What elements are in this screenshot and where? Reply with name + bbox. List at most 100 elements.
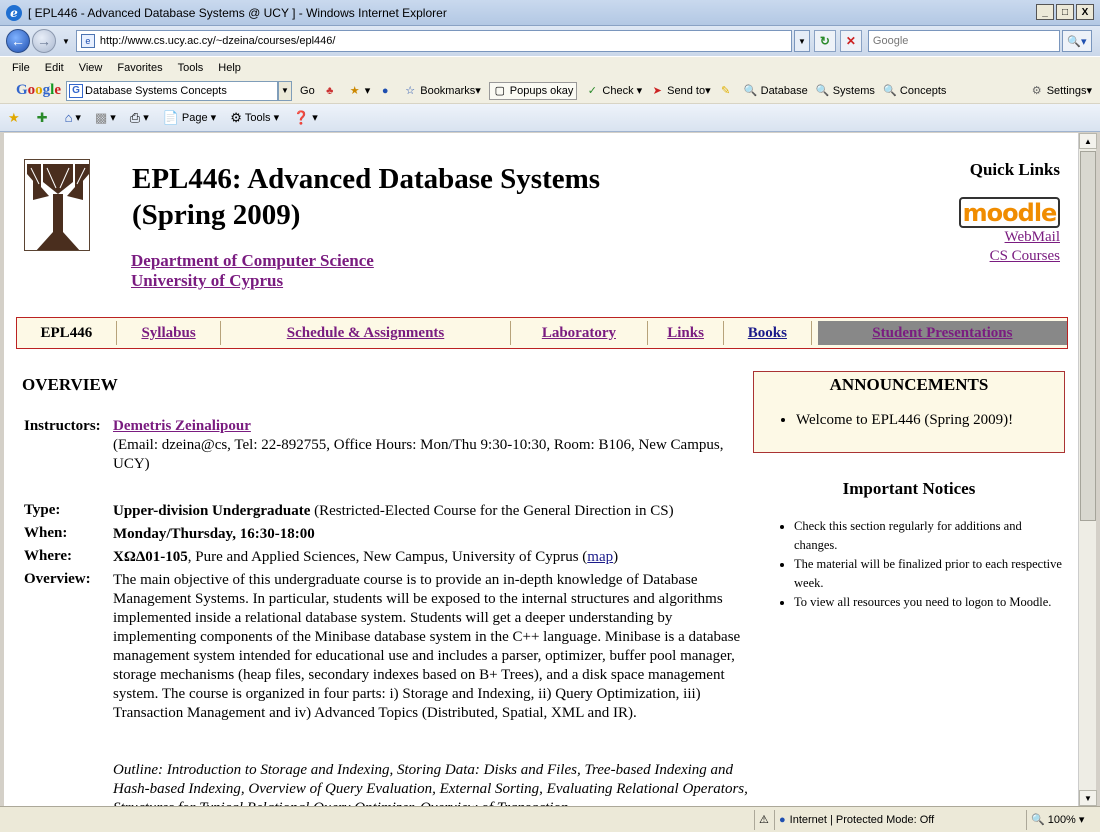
notices-heading: Important Notices bbox=[842, 479, 976, 498]
maximize-button[interactable]: □ bbox=[1056, 4, 1074, 20]
moodle-link[interactable]: moodle bbox=[959, 197, 1060, 228]
google-logo[interactable]: Google bbox=[16, 82, 61, 99]
minimize-button[interactable]: _ bbox=[1036, 4, 1054, 20]
instructor-link[interactable]: Demetris Zeinalipour bbox=[113, 418, 251, 434]
menu-file[interactable]: File bbox=[12, 62, 30, 74]
scroll-thumb[interactable] bbox=[1080, 151, 1096, 521]
search-term-concepts[interactable]: 🔍 Concepts bbox=[883, 84, 946, 98]
google-search-dropdown-icon[interactable]: ▼ bbox=[278, 80, 293, 101]
nav-syllabus-link[interactable]: Syllabus bbox=[141, 325, 195, 342]
instructors-value: Demetris Zeinalipour (Email: dzeina@cs, … bbox=[113, 417, 749, 474]
search-input[interactable]: Google bbox=[867, 30, 1060, 52]
page-title: EPL446: Advanced Database Systems (Sprin… bbox=[132, 163, 601, 231]
webmail-link[interactable]: WebMail bbox=[1005, 229, 1060, 246]
popup-icon: ▢ bbox=[494, 85, 505, 97]
notice-item: To view all resources you need to logon … bbox=[794, 593, 1062, 612]
send-to-button[interactable]: ➤ Send to ▾ bbox=[650, 84, 711, 98]
course-nav-bar: EPL446 Syllabus Schedule & Assignments L… bbox=[16, 317, 1068, 349]
university-link[interactable]: University of Cyprus bbox=[131, 271, 283, 291]
menu-bar: File Edit View Favorites Tools Help bbox=[0, 56, 1100, 78]
instructors-label: Instructors: bbox=[24, 418, 101, 434]
popups-button[interactable]: ▢ Popups okay bbox=[488, 81, 578, 100]
gear-icon: ⚙ bbox=[1031, 85, 1042, 97]
magnifier-icon: 🔍 bbox=[815, 85, 830, 97]
nav-links-link[interactable]: Links bbox=[667, 325, 704, 342]
add-favorites-icon[interactable]: ✚ bbox=[37, 110, 51, 126]
menu-edit[interactable]: Edit bbox=[45, 62, 64, 74]
menu-view[interactable]: View bbox=[79, 62, 103, 74]
nav-schedule-link[interactable]: Schedule & Assignments bbox=[287, 325, 445, 342]
moodle-label: moodle bbox=[962, 198, 1058, 227]
help-button[interactable]: ❓ ▾ bbox=[293, 110, 318, 126]
globe-icon[interactable]: ● bbox=[378, 84, 395, 98]
page-menu[interactable]: 📄 Page ▾ bbox=[163, 110, 216, 126]
url-dropdown-icon[interactable]: ▼ bbox=[793, 30, 810, 52]
google-search-value: Database Systems Concepts bbox=[85, 84, 227, 97]
scroll-down-icon[interactable]: ▼ bbox=[1079, 790, 1097, 806]
tools-menu[interactable]: ⚙ Tools ▾ bbox=[230, 110, 279, 126]
nav-laboratory-link[interactable]: Laboratory bbox=[542, 325, 616, 342]
forward-button[interactable]: → bbox=[32, 29, 56, 53]
vertical-scrollbar[interactable]: ▲ ▼ bbox=[1078, 133, 1097, 806]
help-icon: ❓ bbox=[293, 109, 310, 125]
where-label: Where: bbox=[24, 548, 73, 564]
pagerank-icon[interactable]: ♣ bbox=[323, 84, 340, 98]
window-title: [ EPL446 - Advanced Database Systems @ U… bbox=[28, 5, 447, 20]
news-icon[interactable]: ★ ▾ bbox=[348, 84, 370, 98]
history-dropdown-icon[interactable]: ▼ bbox=[62, 37, 70, 46]
google-toolbar: Google G Database Systems Concepts ▼ Go … bbox=[0, 78, 1100, 104]
notice-item: The material will be finalized prior to … bbox=[794, 555, 1062, 593]
map-link[interactable]: map bbox=[587, 549, 613, 565]
page-icon: e bbox=[80, 34, 95, 48]
cs-courses-link[interactable]: CS Courses bbox=[990, 248, 1060, 265]
google-search-input[interactable]: G Database Systems Concepts bbox=[66, 80, 279, 101]
close-button[interactable]: X bbox=[1076, 4, 1094, 20]
stop-button[interactable]: ✕ bbox=[839, 30, 862, 52]
search-button[interactable]: 🔍▾ bbox=[1061, 30, 1092, 52]
when-label: When: bbox=[24, 525, 68, 541]
favorites-star-icon[interactable]: ★ bbox=[8, 110, 23, 126]
home-icon: ⌂ bbox=[64, 110, 73, 125]
settings-button[interactable]: ⚙ Settings ▾ bbox=[1030, 84, 1092, 98]
announcement-item: Welcome to EPL446 (Spring 2009)! bbox=[796, 412, 1064, 429]
outline-text: Outline: Introduction to Storage and Ind… bbox=[113, 762, 748, 806]
bookmarks-button[interactable]: ☆ Bookmarks ▾ bbox=[403, 84, 481, 98]
menu-tools[interactable]: Tools bbox=[178, 62, 204, 74]
url-field[interactable]: e http://www.cs.ucy.ac.cy/~dzeina/course… bbox=[75, 30, 792, 52]
home-button[interactable]: ⌂ ▾ bbox=[65, 110, 81, 125]
feeds-button[interactable]: ▩ ▾ bbox=[95, 110, 116, 126]
university-logo bbox=[24, 159, 90, 251]
nav-current-course: EPL446 bbox=[17, 321, 117, 345]
where-value: ΧΩΔ01-105, Pure and Applied Sciences, Ne… bbox=[113, 549, 619, 565]
when-value: Monday/Thursday, 16:30-18:00 bbox=[113, 526, 315, 542]
spell-check-button[interactable]: ✓ Check ▾ bbox=[585, 84, 642, 98]
google-go-button[interactable]: Go bbox=[300, 85, 315, 97]
back-button[interactable]: ← bbox=[6, 29, 30, 53]
zoom-control[interactable]: 🔍 100% ▾ bbox=[1026, 809, 1100, 830]
nav-books-link[interactable]: Books bbox=[748, 325, 787, 342]
magnifier-icon: 🔍 bbox=[743, 85, 758, 97]
menu-favorites[interactable]: Favorites bbox=[117, 62, 162, 74]
overview-text: The main objective of this undergraduate… bbox=[113, 572, 741, 721]
announcements-heading: ANNOUNCEMENTS bbox=[829, 375, 989, 394]
type-value: Upper-division Undergraduate (Restricted… bbox=[113, 503, 674, 519]
search-term-systems[interactable]: 🔍 Systems bbox=[816, 84, 875, 98]
url-text: http://www.cs.ucy.ac.cy/~dzeina/courses/… bbox=[99, 35, 336, 47]
department-link[interactable]: Department of Computer Science bbox=[131, 251, 374, 271]
zoom-icon: 🔍 bbox=[1031, 814, 1045, 826]
security-zone[interactable]: ● Internet | Protected Mode: Off bbox=[774, 809, 1026, 830]
blocked-popup-icon[interactable]: ⚠ bbox=[754, 809, 774, 830]
scroll-up-icon[interactable]: ▲ bbox=[1079, 133, 1097, 149]
highlight-button[interactable]: ✎ bbox=[719, 84, 736, 98]
quick-links-title: Quick Links bbox=[969, 160, 1060, 179]
search-term-database[interactable]: 🔍 Database bbox=[744, 84, 808, 98]
check-icon: ✓ bbox=[587, 85, 598, 97]
nav-presentations-link[interactable]: Student Presentations bbox=[872, 325, 1012, 342]
print-button[interactable]: ⎙ ▾ bbox=[130, 110, 149, 126]
page-menu-icon: 📄 bbox=[162, 109, 179, 125]
menu-help[interactable]: Help bbox=[218, 62, 241, 74]
google-g-icon: G bbox=[69, 83, 84, 98]
title-bar: e [ EPL446 - Advanced Database Systems @… bbox=[0, 0, 1100, 26]
printer-icon: ⎙ bbox=[129, 109, 141, 125]
refresh-button[interactable]: ↻ bbox=[813, 30, 836, 52]
